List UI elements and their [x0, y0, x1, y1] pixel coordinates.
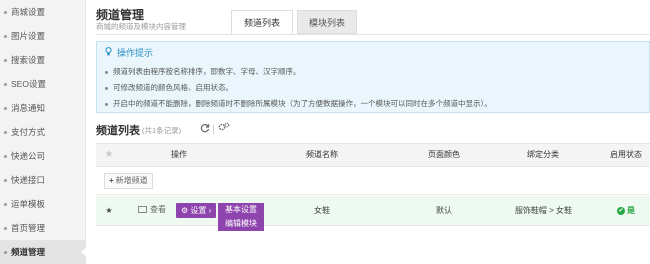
sidebar-item-label: 支付方式 — [11, 127, 46, 137]
tab-channel-list[interactable]: 频道列表 — [231, 10, 293, 34]
sidebar-item-label: 商城设置 — [11, 7, 46, 17]
sidebar-item-image-settings[interactable]: 图片设置 — [0, 24, 86, 48]
column-header-channel-name: 频道名称 — [306, 150, 338, 159]
sidebar-item-search-settings[interactable]: 搜索设置 — [0, 48, 86, 72]
sidebar-item-channel-management[interactable]: 频道管理 — [0, 240, 87, 264]
refresh-icon[interactable] — [200, 123, 210, 136]
view-button[interactable]: 查看 — [138, 204, 166, 215]
sidebar-item-label: 快递接口 — [11, 175, 46, 185]
bullet-icon — [4, 203, 7, 207]
sidebar-item-label: 频道管理 — [11, 247, 46, 257]
channel-name: 女鞋 — [314, 206, 330, 215]
gears-icon[interactable] — [218, 122, 230, 135]
lightbulb-icon — [105, 47, 114, 58]
bullet-icon — [4, 131, 7, 135]
sidebar-item-home-management[interactable]: 首页管理 — [0, 216, 86, 240]
menu-item-basic-settings[interactable]: 基本设置 — [218, 203, 264, 217]
sidebar-item-label: 首页管理 — [11, 223, 46, 233]
add-channel-label: 新增频道 — [115, 176, 148, 185]
settings-dropdown-menu: 基本设置 编辑模块 — [218, 203, 264, 231]
sidebar-item-notifications[interactable]: 消息通知 — [0, 96, 86, 120]
gear-icon: ⚙ — [181, 206, 189, 215]
sidebar-item-waybill-templates[interactable]: 运单模板 — [0, 192, 86, 216]
sidebar-item-payment[interactable]: 支付方式 — [0, 120, 86, 144]
page-color: 默认 — [436, 206, 452, 215]
caret-right-icon: › — [208, 206, 212, 215]
bullet-icon — [4, 155, 7, 159]
page-subtitle: 商城的频道及模块内容管理 — [96, 22, 186, 31]
enabled-status[interactable]: ✔ 是 — [602, 196, 650, 226]
bullet-icon — [4, 59, 7, 63]
header-divider — [96, 34, 650, 35]
add-channel-button[interactable]: + 新增频道 — [104, 173, 153, 189]
sidebar-item-label: 搜索设置 — [11, 55, 46, 65]
table-header: ★ 操作 频道名称 页面颜色 绑定分类 启用状态 — [96, 143, 650, 167]
sidebar: 商城设置 图片设置 搜索设置 SEO设置 消息通知 支付方式 快递公司 快递接口… — [0, 0, 87, 264]
tip-item: 频道列表由程序按名称排序，即数字、字母、汉字顺序。 — [105, 66, 301, 77]
sidebar-item-label: 快递公司 — [11, 151, 46, 161]
list-title: 频道列表 — [96, 125, 140, 137]
sidebar-item-label: 消息通知 — [11, 103, 46, 113]
column-header-actions: 操作 — [171, 150, 187, 159]
operation-tips: 操作提示 频道列表由程序按名称排序，即数字、字母、汉字顺序。 可修改频道的颜色风… — [96, 41, 650, 113]
sidebar-item-couriers[interactable]: 快递公司 — [0, 144, 86, 168]
add-row: + 新增频道 — [96, 167, 650, 195]
column-header-page-color: 页面颜色 — [428, 150, 460, 159]
record-count: (共1条记录) — [142, 126, 182, 135]
sidebar-item-courier-api[interactable]: 快递接口 — [0, 168, 86, 192]
plus-icon: + — [109, 176, 114, 185]
divider — [213, 125, 214, 134]
tip-item: 开启中的频道不能删除，删除频道时不删除所属模块（为了方便数据操作，一个模块可以同… — [105, 98, 492, 109]
tip-item: 可修改频道的颜色风格、启用状态。 — [105, 82, 233, 93]
bullet-icon — [4, 11, 7, 15]
bullet-icon — [4, 83, 7, 87]
bullet-icon — [4, 107, 7, 111]
table-row: ★ 查看 ⚙ 设置 › 女鞋 默认 服饰鞋帽 > 女鞋 ✔ 是 — [96, 196, 650, 226]
bullet-icon — [4, 35, 7, 39]
sidebar-item-label: 图片设置 — [11, 31, 46, 41]
star-icon[interactable]: ★ — [102, 196, 116, 226]
menu-item-edit-modules[interactable]: 编辑模块 — [218, 217, 264, 231]
tips-title[interactable]: 操作提示 — [105, 46, 153, 59]
sidebar-item-label: SEO设置 — [11, 79, 46, 89]
bullet-icon — [4, 179, 7, 183]
bullet-icon — [4, 227, 7, 231]
settings-dropdown-button[interactable]: ⚙ 设置 › — [176, 203, 217, 218]
sidebar-item-mall-settings[interactable]: 商城设置 — [0, 0, 86, 24]
tips-title-label: 操作提示 — [117, 48, 154, 58]
check-circle-icon: ✔ — [617, 206, 625, 215]
bullet-icon — [4, 251, 7, 255]
view-icon — [138, 206, 147, 214]
sidebar-item-seo-settings[interactable]: SEO设置 — [0, 72, 86, 96]
bound-category: 服饰鞋帽 > 女鞋 — [514, 206, 573, 215]
star-icon: ★ — [104, 149, 114, 160]
tab-module-list[interactable]: 模块列表 — [297, 10, 357, 34]
column-header-bound-category: 绑定分类 — [527, 150, 559, 159]
column-header-enabled-status: 启用状态 — [610, 150, 642, 159]
sidebar-item-label: 运单模板 — [11, 199, 46, 209]
